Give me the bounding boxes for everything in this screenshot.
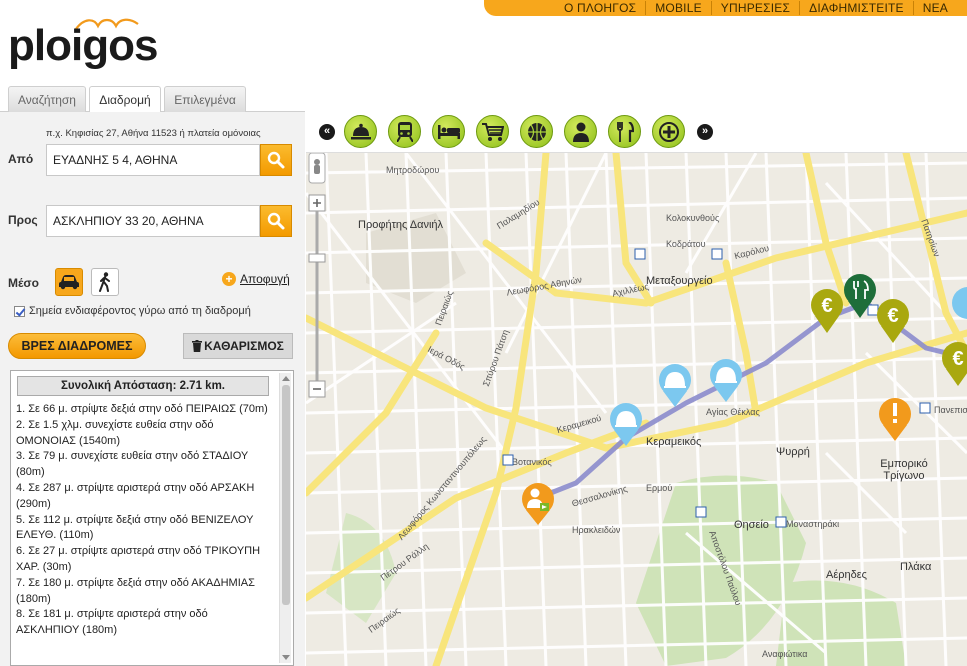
add-icon xyxy=(658,121,679,142)
ploigos-logo[interactable]: ploigos xyxy=(8,24,158,68)
to-label: Προς xyxy=(8,213,38,227)
bank-pin-icon[interactable]: € xyxy=(942,342,967,386)
magnifier-icon xyxy=(267,212,285,230)
tab-search[interactable]: Αναζήτηση xyxy=(8,86,86,112)
pedestrian-icon xyxy=(99,272,110,292)
poi-checkbox[interactable] xyxy=(14,305,25,317)
poi-label: Σημεία ενδιαφέροντος γύρω από τη διαδρομ… xyxy=(29,305,251,317)
avoid-option[interactable]: + Αποφυγή xyxy=(222,272,290,286)
plus-icon: + xyxy=(222,272,236,286)
to-search-button[interactable] xyxy=(260,205,292,237)
car-icon xyxy=(59,275,79,290)
services-button[interactable] xyxy=(564,115,597,148)
more-button[interactable] xyxy=(652,115,685,148)
map-view[interactable]: Μητροδώρου Προφήτης Δανιήλ Ιερά Οδός Λεω… xyxy=(306,153,967,666)
direction-step[interactable]: 6. Σε 27 μ. στρίψτε αριστερά στην οδό ΤΡ… xyxy=(16,544,269,576)
directions-scrollbar[interactable] xyxy=(279,373,291,663)
to-input[interactable]: ΑΣΚΛΗΠΙΟΥ 33 20, ΑΘΗΝΑ xyxy=(46,205,260,237)
svg-text:€: € xyxy=(821,295,832,317)
mode-label: Μέσο xyxy=(8,276,39,290)
svg-text:€: € xyxy=(952,348,963,370)
from-input[interactable]: ΕΥΑΔΝΗΣ 5 4, ΑΘΗΝΑ xyxy=(46,144,260,176)
person-icon xyxy=(572,122,589,142)
scroll-up-icon[interactable] xyxy=(282,376,290,381)
bed-icon xyxy=(437,124,460,139)
bank-pin-icon[interactable]: € xyxy=(877,299,909,343)
find-routes-button[interactable]: ΒΡΕΣ ΔΙΑΔΡΟΜΕΣ xyxy=(8,333,146,359)
prev-categories-icon[interactable]: « xyxy=(319,124,335,140)
trash-icon xyxy=(192,340,203,352)
service-bell-icon xyxy=(350,123,371,139)
next-categories-icon[interactable]: » xyxy=(697,124,713,140)
nav-item-advertise[interactable]: ΔΙΑΦΗΜΙΣΤΕΙΤΕ xyxy=(799,1,913,15)
hotel-pin-icon[interactable] xyxy=(659,364,691,407)
cart-icon xyxy=(481,122,504,141)
tab-route[interactable]: Διαδρομή xyxy=(89,86,161,113)
hotel-pin-icon[interactable] xyxy=(610,403,642,446)
direction-step[interactable]: 5. Σε 112 μ. στρίψτε δεξιά στην οδό ΒΕΝΙ… xyxy=(16,513,269,545)
bank-pin-icon[interactable]: € xyxy=(811,289,843,333)
transport-button[interactable] xyxy=(388,115,421,148)
directions-box: Συνολική Απόσταση: 2.71 km. 1. Σε 66 μ. … xyxy=(10,370,294,666)
nav-item-news[interactable]: ΝΕΑ xyxy=(912,1,957,15)
magnifier-icon xyxy=(267,151,285,169)
car-mode-button[interactable] xyxy=(55,268,83,296)
direction-step[interactable]: 2. Σε 1.5 χλμ. συνεχίστε ευθεία στην οδό… xyxy=(16,418,269,450)
restaurant-icon xyxy=(616,121,634,142)
poi-pins: € € € xyxy=(522,274,967,525)
warning-pin-icon[interactable] xyxy=(879,398,911,441)
hotel-service-button[interactable] xyxy=(344,115,377,148)
nav-item-ploigos[interactable]: Ο ΠΛΟΗΓΟΣ xyxy=(555,1,645,15)
directions-list: 1. Σε 66 μ. στρίψτε δεξιά στην οδό ΠΕΙΡΑ… xyxy=(11,402,293,639)
walk-mode-button[interactable] xyxy=(91,268,119,296)
tab-bar: Αναζήτηση Διαδρομή Επιλεγμένα xyxy=(0,82,305,113)
direction-step[interactable]: 7. Σε 180 μ. στρίψτε δεξιά στην οδό ΑΚΑΔ… xyxy=(16,576,269,608)
total-distance: Συνολική Απόσταση: 2.71 km. xyxy=(17,376,269,396)
restaurant-pin-icon[interactable] xyxy=(844,274,876,318)
address-hint: π.χ. Κηφισίας 27, Αθήνα 11523 ή πλατεία … xyxy=(46,128,261,139)
top-navigation: Ο ΠΛΟΗΓΟΣ MOBILE ΥΠΗΡΕΣΙΕΣ ΔΙΑΦΗΜΙΣΤΕΙΤΕ… xyxy=(484,0,967,16)
direction-step[interactable]: 1. Σε 66 μ. στρίψτε δεξιά στην οδό ΠΕΙΡΑ… xyxy=(16,402,269,418)
from-label: Από xyxy=(8,152,34,166)
route-panel: π.χ. Κηφισίας 27, Αθήνα 11523 ή πλατεία … xyxy=(0,112,305,666)
hotel-pin-icon[interactable] xyxy=(952,287,967,319)
sports-button[interactable] xyxy=(520,115,553,148)
scroll-down-icon[interactable] xyxy=(282,655,290,660)
basketball-icon xyxy=(527,122,546,141)
poi-option[interactable]: Σημεία ενδιαφέροντος γύρω από τη διαδρομ… xyxy=(14,305,251,317)
food-button[interactable] xyxy=(608,115,641,148)
clear-button[interactable]: ΚΑΘΑΡΙΣΜΟΣ xyxy=(183,333,293,359)
start-pin-icon[interactable] xyxy=(522,483,554,525)
nav-item-services[interactable]: ΥΠΗΡΕΣΙΕΣ xyxy=(710,1,799,15)
nav-item-mobile[interactable]: MOBILE xyxy=(645,1,711,15)
direction-step[interactable]: 3. Σε 79 μ. συνεχίστε ευθεία στην οδό ΣΤ… xyxy=(16,449,269,481)
svg-text:€: € xyxy=(887,305,898,327)
hotel-pin-icon[interactable] xyxy=(710,359,742,402)
shopping-button[interactable] xyxy=(476,115,509,148)
accommodation-button[interactable] xyxy=(432,115,465,148)
poi-category-bar: « » xyxy=(306,112,967,153)
clear-label: ΚΑΘΑΡΙΣΜΟΣ xyxy=(204,339,284,353)
direction-step[interactable]: 8. Σε 181 μ. στρίψτε αριστερά στην οδό Α… xyxy=(16,607,269,639)
scroll-thumb[interactable] xyxy=(282,385,290,605)
from-search-button[interactable] xyxy=(260,144,292,176)
tab-favorites[interactable]: Επιλεγμένα xyxy=(164,86,246,112)
direction-step[interactable]: 4. Σε 287 μ. στρίψτε αριστερά στην οδό Α… xyxy=(16,481,269,513)
train-icon xyxy=(396,121,413,142)
avoid-link[interactable]: Αποφυγή xyxy=(240,272,290,286)
